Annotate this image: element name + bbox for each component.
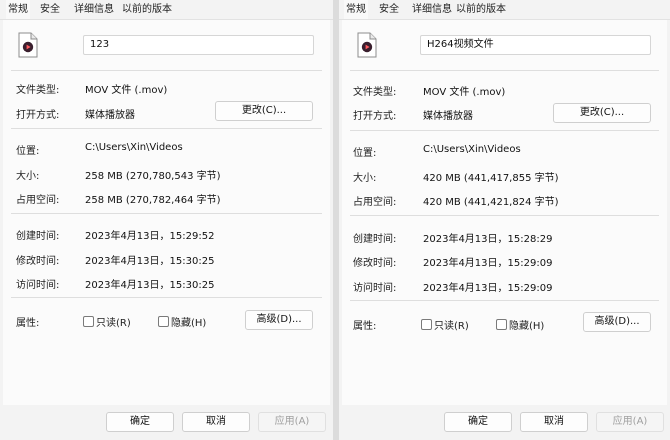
dialog-footer: 确定 取消 应用(A) [339, 405, 670, 440]
checkbox-box[interactable] [496, 319, 507, 330]
divider [350, 70, 659, 71]
ok-button[interactable]: 确定 [444, 412, 512, 432]
general-page: 123 文件类型: MOV 文件 (.mov) 打开方式: 媒体播放器 更改(C… [3, 20, 330, 405]
change-button[interactable]: 更改(C)... [553, 103, 651, 123]
tab-security[interactable]: 安全 [38, 0, 62, 19]
hidden-checkbox[interactable]: 隐藏(H) [158, 314, 206, 329]
file-type-label: 文件类型: [353, 87, 397, 98]
location-value: C:\Users\Xin\Videos [85, 142, 183, 153]
divider [350, 130, 659, 131]
file-name-input[interactable]: H264视频文件 [420, 35, 651, 55]
created-value: 2023年4月13日，15:29:52 [85, 231, 215, 242]
readonly-checkbox[interactable]: 只读(R) [83, 314, 131, 329]
location-label: 位置: [16, 146, 40, 157]
change-button[interactable]: 更改(C)... [215, 101, 313, 121]
modified-label: 修改时间: [353, 258, 397, 269]
accessed-label: 访问时间: [353, 283, 397, 294]
accessed-label: 访问时间: [16, 280, 60, 291]
video-file-icon [18, 32, 38, 58]
size-on-disk-label: 占用空间: [353, 197, 397, 208]
cancel-button[interactable]: 取消 [182, 412, 250, 432]
size-value: 420 MB (441,417,855 字节) [423, 173, 559, 184]
divider [11, 213, 322, 214]
location-value: C:\Users\Xin\Videos [423, 144, 521, 155]
modified-value: 2023年4月13日，15:29:09 [423, 258, 553, 269]
tab-previous-versions[interactable]: 以前的版本 [120, 0, 174, 19]
modified-value: 2023年4月13日，15:30:25 [85, 256, 215, 267]
readonly-checkbox-label: 只读(R) [434, 321, 469, 332]
attributes-label: 属性: [16, 318, 40, 329]
created-label: 创建时间: [16, 231, 60, 242]
divider [11, 297, 322, 298]
file-type-label: 文件类型: [16, 85, 60, 96]
open-with-value: 媒体播放器 [85, 110, 135, 121]
size-label: 大小: [353, 173, 377, 184]
readonly-checkbox-label: 只读(R) [96, 318, 131, 329]
divider [11, 70, 322, 71]
hidden-checkbox-label: 隐藏(H) [171, 318, 207, 329]
advanced-button[interactable]: 高级(D)... [245, 310, 313, 330]
accessed-value: 2023年4月13日，15:29:09 [423, 283, 553, 294]
tab-details[interactable]: 详细信息 [72, 0, 116, 19]
tab-general[interactable]: 常规 [344, 0, 368, 19]
modified-label: 修改时间: [16, 256, 60, 267]
tab-general[interactable]: 常规 [6, 0, 30, 19]
open-with-label: 打开方式: [353, 111, 397, 122]
tab-security[interactable]: 安全 [377, 0, 401, 19]
file-type-value: MOV 文件 (.mov) [85, 85, 168, 96]
divider [350, 300, 659, 301]
location-label: 位置: [353, 148, 377, 159]
divider [350, 215, 659, 216]
open-with-label: 打开方式: [16, 110, 60, 121]
size-on-disk-value: 258 MB (270,782,464 字节) [85, 195, 221, 206]
video-file-icon [357, 32, 377, 58]
general-page: H264视频文件 文件类型: MOV 文件 (.mov) 打开方式: 媒体播放器… [342, 20, 667, 405]
apply-button[interactable]: 应用(A) [596, 412, 664, 432]
dialog-footer: 确定 取消 应用(A) [0, 405, 333, 440]
file-name-input[interactable]: 123 [83, 35, 314, 55]
attributes-label: 属性: [353, 321, 377, 332]
apply-button[interactable]: 应用(A) [258, 412, 326, 432]
readonly-checkbox[interactable]: 只读(R) [421, 317, 469, 332]
tab-bar: 常规 安全 详细信息 以前的版本 [339, 0, 670, 19]
checkbox-box[interactable] [83, 316, 94, 327]
properties-dialog-left: 常规 安全 详细信息 以前的版本 123 文件类型: MOV 文件 (.mov)… [0, 0, 333, 440]
size-on-disk-label: 占用空间: [16, 195, 60, 206]
properties-dialog-right: 常规 安全 详细信息 以前的版本 H264视频文件 文件类型: MOV 文件 (… [339, 0, 670, 440]
size-value: 258 MB (270,780,543 字节) [85, 171, 221, 182]
file-type-value: MOV 文件 (.mov) [423, 87, 506, 98]
ok-button[interactable]: 确定 [106, 412, 174, 432]
size-label: 大小: [16, 171, 40, 182]
tab-bar: 常规 安全 详细信息 以前的版本 [0, 0, 333, 19]
hidden-checkbox-label: 隐藏(H) [509, 321, 545, 332]
created-value: 2023年4月13日，15:28:29 [423, 234, 553, 245]
checkbox-box[interactable] [421, 319, 432, 330]
advanced-button[interactable]: 高级(D)... [583, 312, 651, 332]
created-label: 创建时间: [353, 234, 397, 245]
open-with-value: 媒体播放器 [423, 111, 473, 122]
tab-details[interactable]: 详细信息 [410, 0, 454, 19]
cancel-button[interactable]: 取消 [520, 412, 588, 432]
accessed-value: 2023年4月13日，15:30:25 [85, 280, 215, 291]
size-on-disk-value: 420 MB (441,421,824 字节) [423, 197, 559, 208]
checkbox-box[interactable] [158, 316, 169, 327]
hidden-checkbox[interactable]: 隐藏(H) [496, 317, 544, 332]
tab-previous-versions[interactable]: 以前的版本 [454, 0, 508, 19]
divider [11, 128, 322, 129]
